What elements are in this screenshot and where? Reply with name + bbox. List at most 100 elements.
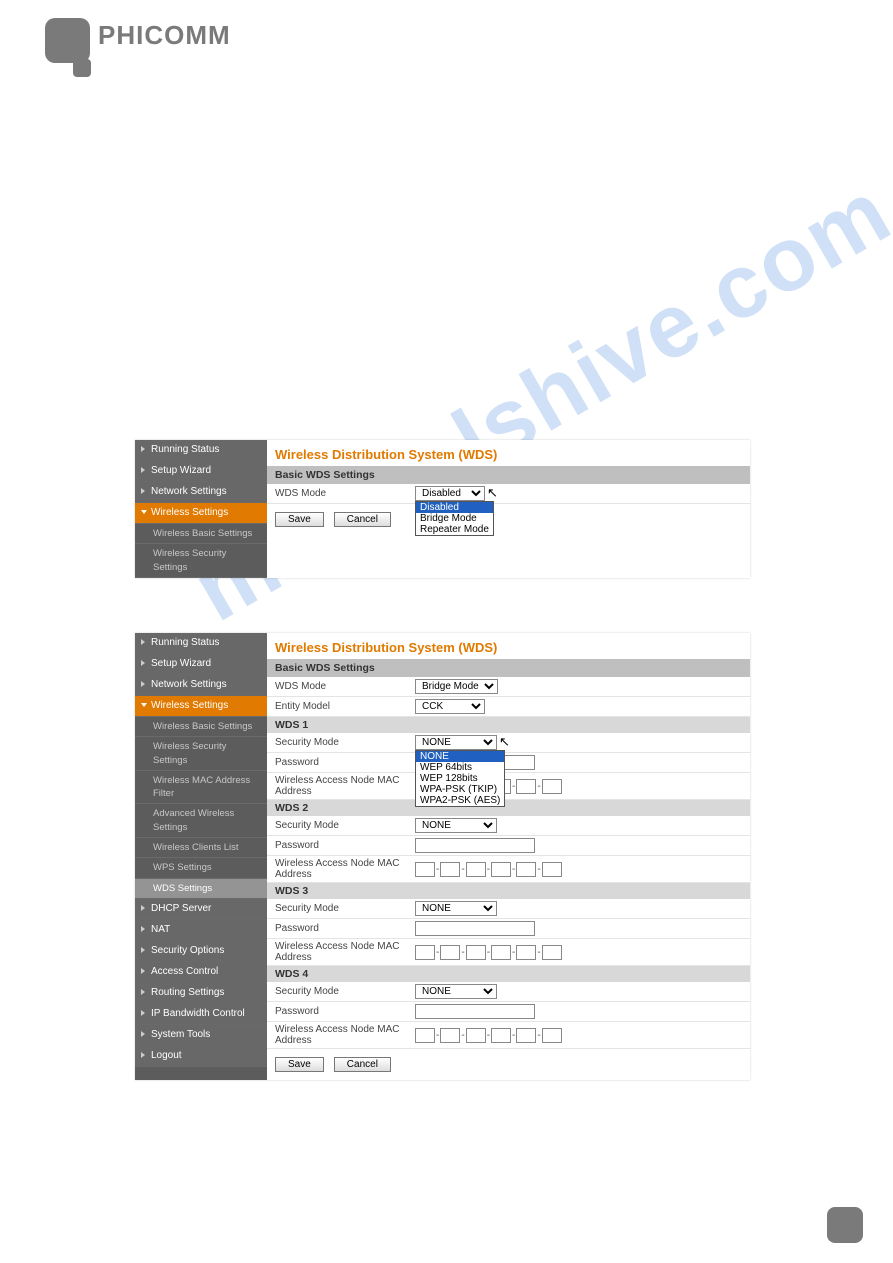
sidebar-1: Running StatusSetup WizardNetwork Settin… (135, 440, 267, 578)
row-mac-address: Wireless Access Node MAC Address----- (267, 773, 750, 800)
sidebar-item[interactable]: Running Status (135, 440, 267, 461)
mac-octet-input[interactable] (542, 1028, 562, 1043)
sidebar-item[interactable]: Logout (135, 1046, 267, 1067)
sidebar-item[interactable]: Setup Wizard (135, 461, 267, 482)
sidebar-item[interactable]: WDS Settings (135, 879, 267, 899)
cancel-button-2[interactable]: Cancel (334, 1057, 391, 1072)
password-input[interactable] (415, 921, 535, 936)
mac-octet-input[interactable] (466, 945, 486, 960)
password-label: Password (275, 923, 415, 934)
mac-octet-input[interactable] (516, 862, 536, 877)
sidebar-item[interactable]: Network Settings (135, 482, 267, 503)
button-row-1: Save Cancel (267, 504, 750, 535)
dropdown-option[interactable]: Bridge Mode (416, 513, 493, 524)
row-password: Password (267, 1002, 750, 1022)
password-input[interactable] (415, 1004, 535, 1019)
password-label: Password (275, 1006, 415, 1017)
sidebar-item[interactable]: Wireless Settings (135, 696, 267, 717)
mac-octet-input[interactable] (440, 945, 460, 960)
sidebar-item[interactable]: NAT (135, 920, 267, 941)
sidebar-item[interactable]: Running Status (135, 633, 267, 654)
brand-logo: PHICOMM (45, 18, 231, 63)
password-input[interactable] (415, 838, 535, 853)
save-button-1[interactable]: Save (275, 512, 324, 527)
dropdown-option[interactable]: Repeater Mode (416, 524, 493, 535)
sidebar-item[interactable]: Routing Settings (135, 983, 267, 1004)
wds-panel-1: Running StatusSetup WizardNetwork Settin… (135, 440, 750, 578)
mac-address-label: Wireless Access Node MAC Address (275, 941, 415, 963)
sidebar-item[interactable]: DHCP Server (135, 899, 267, 920)
security-mode-select[interactable]: NONE (415, 901, 497, 916)
security-mode-dropdown[interactable]: NONEWEP 64bitsWEP 128bitsWPA-PSK (TKIP)W… (415, 750, 505, 807)
mac-octet-input[interactable] (516, 1028, 536, 1043)
security-mode-select[interactable]: NONE (415, 818, 497, 833)
row-mac-address: Wireless Access Node MAC Address----- (267, 856, 750, 883)
content-2: Wireless Distribution System (WDS) Basic… (267, 633, 750, 1080)
security-mode-select[interactable]: NONE (415, 735, 497, 750)
password-label: Password (275, 757, 415, 768)
entity-model-select[interactable]: CCK (415, 699, 485, 714)
mac-address-label: Wireless Access Node MAC Address (275, 858, 415, 880)
sidebar-item[interactable]: System Tools (135, 1025, 267, 1046)
sidebar-item[interactable]: Wireless Security Settings (135, 737, 267, 771)
entity-model-label: Entity Model (275, 701, 415, 712)
dropdown-option[interactable]: Disabled (416, 502, 493, 513)
save-button-2[interactable]: Save (275, 1057, 324, 1072)
sidebar-item[interactable]: Access Control (135, 962, 267, 983)
cursor-icon-2: ↖ (499, 734, 510, 750)
sidebar-item[interactable]: Wireless MAC Address Filter (135, 771, 267, 805)
mac-octet-input[interactable] (415, 1028, 435, 1043)
sidebar-item[interactable]: Wireless Basic Settings (135, 717, 267, 737)
dropdown-option[interactable]: WEP 64bits (416, 762, 504, 773)
sidebar-item[interactable]: Wireless Security Settings (135, 544, 267, 578)
cancel-button-1[interactable]: Cancel (334, 512, 391, 527)
mac-octet-input[interactable] (542, 945, 562, 960)
row-wds-mode-1: WDS Mode Disabled ↖ DisabledBridge ModeR… (267, 484, 750, 504)
mac-octet-input[interactable] (491, 862, 511, 877)
security-mode-label: Security Mode (275, 737, 415, 748)
sidebar-item[interactable]: Wireless Settings (135, 503, 267, 524)
brand-text: PHICOMM (98, 20, 231, 51)
sidebar-item[interactable]: Advanced Wireless Settings (135, 804, 267, 838)
sidebar-item[interactable]: IP Bandwidth Control (135, 1004, 267, 1025)
security-mode-label: Security Mode (275, 986, 415, 997)
sidebar-item[interactable]: Wireless Basic Settings (135, 524, 267, 544)
mac-octet-input[interactable] (491, 945, 511, 960)
row-security-mode: Security ModeNONE (267, 899, 750, 919)
section-basic-wds-1: Basic WDS Settings (267, 466, 750, 484)
mac-octet-input[interactable] (415, 862, 435, 877)
mac-octet-input[interactable] (542, 779, 562, 794)
dropdown-option[interactable]: WPA2-PSK (AES) (416, 795, 504, 806)
mac-octet-input[interactable] (466, 862, 486, 877)
row-security-mode: Security ModeNONE (267, 816, 750, 836)
row-mac-address: Wireless Access Node MAC Address----- (267, 1022, 750, 1049)
sidebar-2: Running StatusSetup WizardNetwork Settin… (135, 633, 267, 1080)
sidebar-item[interactable]: Security Options (135, 941, 267, 962)
wds-mode-label-1: WDS Mode (275, 488, 415, 499)
sidebar-item[interactable]: Setup Wizard (135, 654, 267, 675)
wds-mode-select-2[interactable]: Bridge Mode (415, 679, 498, 694)
mac-octet-input[interactable] (440, 1028, 460, 1043)
dropdown-option[interactable]: NONE (416, 751, 504, 762)
wds-panel-2: Running StatusSetup WizardNetwork Settin… (135, 633, 750, 1080)
mac-octet-input[interactable] (415, 945, 435, 960)
mac-octet-input[interactable] (542, 862, 562, 877)
mac-octet-input[interactable] (516, 779, 536, 794)
row-entity-model: Entity Model CCK (267, 697, 750, 717)
mac-octet-input[interactable] (491, 1028, 511, 1043)
section-basic-wds-2: Basic WDS Settings (267, 659, 750, 677)
mac-octet-input[interactable] (516, 945, 536, 960)
sidebar-item[interactable]: Network Settings (135, 675, 267, 696)
wds-mode-dropdown-1[interactable]: DisabledBridge ModeRepeater Mode (415, 501, 494, 536)
wds-subheader: WDS 4 (267, 966, 750, 982)
content-1: Wireless Distribution System (WDS) Basic… (267, 440, 750, 578)
dropdown-option[interactable]: WPA-PSK (TKIP) (416, 784, 504, 795)
mac-address-label: Wireless Access Node MAC Address (275, 1024, 415, 1046)
mac-octet-input[interactable] (440, 862, 460, 877)
sidebar-item[interactable]: WPS Settings (135, 858, 267, 878)
sidebar-item[interactable]: Wireless Clients List (135, 838, 267, 858)
mac-octet-input[interactable] (466, 1028, 486, 1043)
wds-mode-select-1[interactable]: Disabled (415, 486, 485, 501)
dropdown-option[interactable]: WEP 128bits (416, 773, 504, 784)
security-mode-select[interactable]: NONE (415, 984, 497, 999)
